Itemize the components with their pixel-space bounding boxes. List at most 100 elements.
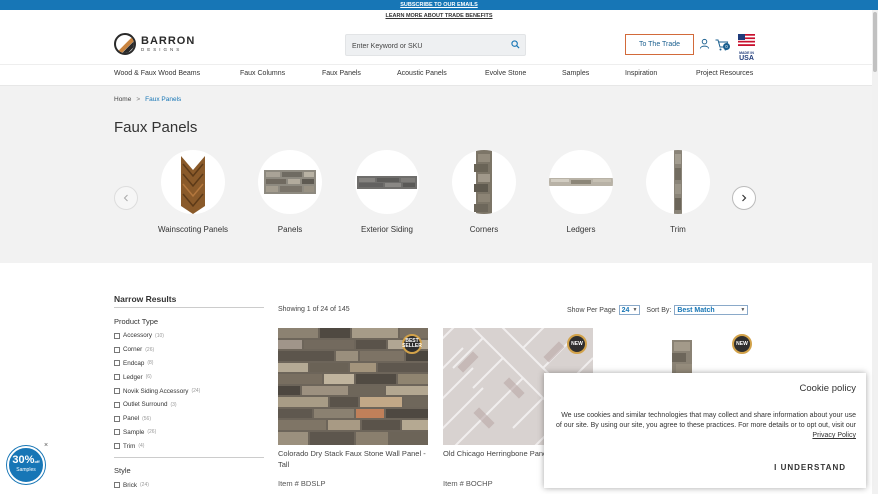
carousel-prev-button[interactable] [114, 186, 138, 210]
site-logo[interactable]: BARRON DESIGNS [114, 33, 195, 55]
product-name[interactable]: Colorado Dry Stack Faux Stone Wall Panel… [278, 448, 428, 470]
trim-image [674, 150, 682, 214]
category-image [161, 150, 225, 214]
search-icon[interactable] [511, 40, 520, 49]
samples-label: Samples [16, 467, 36, 473]
filter-trim[interactable]: Trim (4) [114, 439, 264, 453]
filter-corner[interactable]: Corner (26) [114, 343, 264, 357]
subscribe-link[interactable]: SUBSCRIBE TO OUR EMAILS [0, 0, 878, 10]
carousel-next-button[interactable] [732, 186, 756, 210]
category-label: Panels [277, 225, 303, 234]
checkbox[interactable] [114, 429, 120, 436]
category-hero: Home > Faux Panels Faux Panels Wainscoting… [0, 86, 872, 263]
trade-benefits-link[interactable]: LEARN MORE ABOUT TRADE BENEFITS [0, 10, 878, 21]
per-page-label: Show Per Page [567, 306, 616, 314]
cart-icon[interactable]: 0 [715, 38, 731, 51]
category-ledgers[interactable]: Ledgers [536, 150, 626, 234]
checkbox[interactable] [114, 443, 120, 450]
new-badge: NEW [567, 334, 587, 354]
results-count: Showing 1 of 24 of 145 [278, 306, 350, 313]
checkbox[interactable] [114, 346, 120, 353]
product-image[interactable]: BEST SELLER [278, 328, 428, 445]
filter-novik-siding-accessory[interactable]: Novik Siding Accessory (24) [114, 384, 264, 398]
usa-label: USA [739, 55, 754, 62]
category-exterior-siding[interactable]: Exterior Siding [342, 150, 432, 234]
page-scrollbar[interactable] [872, 10, 878, 494]
nav-item-project-resources[interactable]: Project Resources [696, 70, 753, 77]
cart-count-badge: 0 [723, 43, 730, 50]
new-badge: NEW [732, 334, 752, 354]
filter-sample[interactable]: Sample (26) [114, 426, 264, 440]
category-label: Exterior Siding [360, 225, 414, 234]
scrollbar-thumb[interactable] [873, 12, 877, 72]
to-the-trade-button[interactable]: To The Trade [625, 34, 694, 55]
nav-item-faux-panels[interactable]: Faux Panels [322, 70, 361, 77]
category-corners[interactable]: Corners [439, 150, 529, 234]
logo-mark-icon [114, 33, 136, 55]
category-wainscoting-panels[interactable]: Wainscoting Panels [148, 150, 238, 234]
chevron-right-icon [742, 194, 747, 202]
checkbox[interactable] [114, 401, 120, 408]
category-image [355, 150, 419, 214]
samples-percent: 30%off [12, 454, 40, 466]
product-type-list: Accessory (10) Corner (26) Endcap (8) Ledge… [114, 329, 264, 453]
cookie-title: Cookie policy [799, 383, 857, 394]
samples-discount-badge[interactable]: 30%off Samples [7, 446, 45, 484]
category-image [549, 150, 613, 214]
checkbox[interactable] [114, 360, 120, 367]
nav-item-acoustic-panels[interactable]: Acoustic Panels [397, 70, 447, 77]
nav-item-inspiration[interactable]: Inspiration [625, 70, 657, 77]
ledger-image [549, 178, 613, 186]
main-nav: Wood & Faux Wood Beams Faux Columns Faux… [0, 66, 878, 86]
wainscoting-panel-image [181, 156, 205, 214]
sort-select[interactable]: Best Match ▼ [674, 305, 749, 315]
promo-bar: SUBSCRIBE TO OUR EMAILS LEARN MORE ABOUT… [0, 0, 878, 21]
category-label: Wainscoting Panels [158, 225, 228, 234]
checkbox[interactable] [114, 332, 120, 339]
category-image [452, 150, 516, 214]
cookie-policy-dialog: Cookie policy We use cookies and similar… [544, 373, 866, 488]
privacy-policy-link[interactable]: Privacy Policy [812, 432, 856, 439]
checkbox[interactable] [114, 415, 120, 422]
style-list: Brick (24) [114, 478, 264, 492]
best-seller-badge: BEST SELLER [402, 334, 422, 354]
product-card[interactable]: BEST SELLER Colorado Dry Stack Faux Ston… [278, 328, 428, 488]
facet-product-type-title[interactable]: Product Type [114, 317, 264, 326]
us-flag-icon [738, 34, 755, 46]
filter-panel[interactable]: Panel (56) [114, 412, 264, 426]
category-image [258, 150, 322, 214]
facet-divider [114, 457, 264, 459]
filter-endcap[interactable]: Endcap (8) [114, 357, 264, 371]
sort-controls: Show Per Page 24 ▼ Sort By: Best Match ▼ [567, 305, 749, 315]
checkbox[interactable] [114, 374, 120, 381]
facet-style-title[interactable]: Style [114, 466, 264, 475]
breadcrumb-separator: > [136, 96, 141, 103]
logo-subtitle: DESIGNS [141, 46, 183, 52]
checkbox[interactable] [114, 388, 120, 395]
nav-item-samples[interactable]: Samples [562, 70, 589, 77]
filter-outlet-surround[interactable]: Outlet Surround (3) [114, 398, 264, 412]
product-sku: Item # BOCHP [443, 479, 493, 488]
search-input[interactable] [346, 36, 496, 57]
made-in-usa-badge: MADE IN USA [738, 33, 755, 62]
checkbox[interactable] [114, 482, 120, 489]
category-label: Ledgers [566, 225, 596, 234]
category-panels[interactable]: Panels [245, 150, 335, 234]
nav-item-beams[interactable]: Wood & Faux Wood Beams [114, 70, 200, 77]
logo-name: BARRON [141, 34, 196, 47]
close-icon[interactable]: × [44, 442, 48, 449]
product-sku: Item # BDSLP [278, 479, 326, 488]
per-page-select[interactable]: 24 ▼ [618, 305, 641, 315]
filter-ledger[interactable]: Ledger (6) [114, 370, 264, 384]
user-account-icon[interactable] [699, 38, 710, 49]
chevron-down-icon: ▼ [740, 306, 746, 313]
sort-label: Sort By: [646, 306, 672, 314]
category-label: Corners [469, 225, 499, 234]
filter-accessory[interactable]: Accessory (10) [114, 329, 264, 343]
nav-item-faux-columns[interactable]: Faux Columns [240, 70, 285, 77]
filter-brick[interactable]: Brick (24) [114, 478, 264, 492]
category-trim[interactable]: Trim [633, 150, 723, 234]
nav-item-evolve-stone[interactable]: Evolve Stone [485, 70, 526, 77]
i-understand-button[interactable]: I UNDERSTAND [774, 463, 846, 472]
breadcrumb-home[interactable]: Home [114, 96, 131, 103]
